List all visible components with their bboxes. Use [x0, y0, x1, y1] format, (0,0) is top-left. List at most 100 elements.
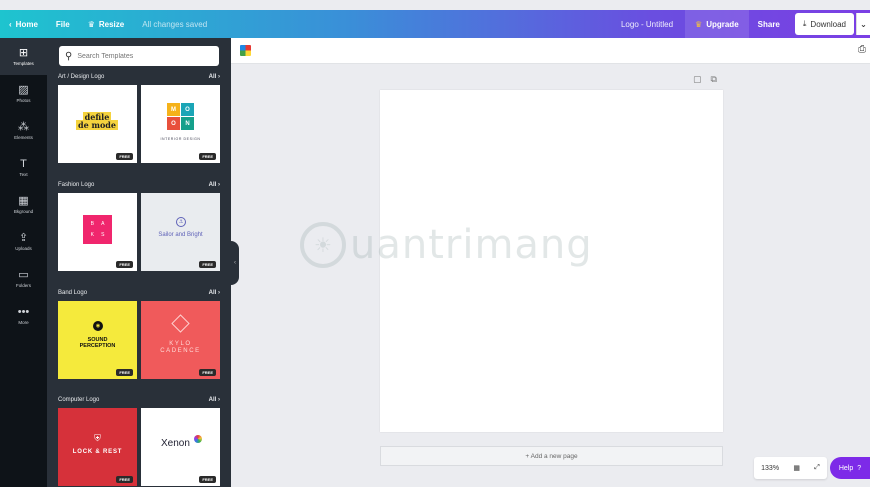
copy-page-icon[interactable]: ⧉	[711, 74, 717, 85]
canva-editor: ‹ Home File ♛ Resize All changes saved L…	[0, 0, 870, 487]
help-button[interactable]: Help ?	[830, 457, 870, 479]
card-text: Sailor and Bright	[158, 232, 203, 238]
card-text: Xenon	[161, 438, 190, 449]
baks-logo: B A K S	[83, 215, 112, 244]
fullscreen-icon[interactable]: ⤢	[814, 464, 820, 472]
free-badge: FREE	[199, 369, 216, 376]
watermark: ☀ uantrimang	[300, 222, 593, 268]
free-badge: FREE	[199, 476, 216, 483]
zoom-controls: 133% ▦ ⤢	[754, 457, 827, 479]
save-status: All changes saved	[142, 19, 208, 29]
rail-item-label: Folders	[15, 282, 31, 288]
card-text: de mode	[76, 120, 118, 130]
rail-item-label: Photos	[16, 97, 31, 103]
rail-item-more[interactable]: ••• More	[0, 297, 47, 334]
background-icon: ▦	[18, 194, 29, 207]
template-card-sailor[interactable]: ⚓ Sailor and Bright FREE	[141, 193, 220, 271]
see-all-link[interactable]: All ›	[209, 290, 220, 300]
lock-icon[interactable]: ⎙	[858, 44, 868, 56]
see-all-link[interactable]: All ›	[209, 397, 220, 407]
rail-item-elements[interactable]: ⁂ Elements	[0, 112, 47, 149]
rail-item-label: Text	[19, 171, 28, 177]
upload-icon: ⇪	[18, 231, 29, 244]
collapse-panel-button[interactable]: ‹	[231, 241, 239, 285]
resize-icon: ♛	[87, 19, 95, 29]
see-all-link[interactable]: All ›	[209, 74, 220, 84]
crown-icon: ♛	[695, 19, 703, 29]
free-badge: FREE	[116, 153, 133, 160]
section-title: Art / Design Logo	[58, 74, 105, 80]
section-title: Band Logo	[58, 290, 88, 296]
rail-item-templates[interactable]: ⊞ Templates	[0, 38, 47, 75]
download-button[interactable]: ⤓ Download	[794, 13, 854, 35]
section-title: Fashion Logo	[58, 182, 95, 188]
chevron-left-icon: ‹	[234, 260, 236, 266]
template-card-baks[interactable]: B A K S FREE	[58, 193, 137, 271]
free-badge: FREE	[199, 261, 216, 268]
search-input[interactable]	[77, 52, 208, 60]
card-text: CADENCE	[160, 348, 201, 354]
rail-item-label: Elements	[14, 134, 33, 140]
question-icon: ?	[857, 464, 862, 472]
zoom-level[interactable]: 133%	[761, 465, 779, 472]
template-card-xenon[interactable]: Xenon FREE	[141, 408, 220, 486]
free-badge: FREE	[116, 261, 133, 268]
download-options-button[interactable]: ⌄	[856, 13, 870, 35]
section-fashion: Fashion Logo All › B A K S FREE ⚓ Sailor	[58, 182, 220, 271]
grid-view-icon[interactable]: ▦	[793, 464, 800, 472]
card-text: PERCEPTION	[79, 343, 116, 349]
color-picker-icon[interactable]	[240, 45, 251, 56]
free-badge: FREE	[116, 369, 133, 376]
watermark-text: uantrimang	[350, 222, 593, 268]
home-button[interactable]: ‹ Home	[0, 10, 47, 38]
folder-icon: ▭	[18, 268, 29, 281]
section-art-design: Art / Design Logo All › defile de mode F…	[58, 74, 220, 163]
file-menu[interactable]: File	[47, 10, 79, 38]
template-icon: ⊞	[18, 46, 29, 59]
notes-icon[interactable]: ▢	[693, 74, 702, 85]
page-tools: ▢ ⧉	[693, 74, 717, 85]
section-computer: Computer Logo All › ⛨ LOCK & REST FREE X…	[58, 397, 220, 486]
card-subtitle: INTERIOR DESIGN	[160, 137, 201, 141]
chevron-down-icon: ⌄	[860, 19, 867, 29]
shield-icon: ⛨	[94, 433, 101, 443]
template-search[interactable]: ⚲	[59, 46, 219, 66]
rail-item-uploads[interactable]: ⇪ Uploads	[0, 223, 47, 260]
rail-item-text[interactable]: T Text	[0, 149, 47, 186]
free-badge: FREE	[199, 153, 216, 160]
photo-icon: ▨	[18, 83, 29, 96]
resize-button[interactable]: ♛ Resize	[79, 10, 134, 38]
anchor-icon: ⚓	[176, 217, 186, 227]
template-card-kylo[interactable]: KYLO CADENCE FREE	[141, 301, 220, 379]
template-card-sound[interactable]: ◉ SOUND PERCEPTION FREE	[58, 301, 137, 379]
search-icon: ⚲	[65, 50, 73, 62]
document-title[interactable]: Logo - Untitled	[612, 10, 685, 38]
template-card-lock[interactable]: ⛨ LOCK & REST FREE	[58, 408, 137, 486]
see-all-link[interactable]: All ›	[209, 182, 220, 192]
template-card-moon[interactable]: M O O N INTERIOR DESIGN FREE	[141, 85, 220, 163]
rail-item-label: More	[18, 319, 29, 325]
lightbulb-icon: ☀	[300, 222, 346, 268]
top-bar: ‹ Home File ♛ Resize All changes saved L…	[0, 10, 870, 38]
chevron-left-icon: ‹	[9, 19, 12, 29]
rail-item-folders[interactable]: ▭ Folders	[0, 260, 47, 297]
text-icon: T	[20, 157, 27, 170]
rail-item-label: Bkground	[13, 208, 34, 214]
section-title: Computer Logo	[58, 397, 100, 403]
card-text: KYLO	[169, 341, 192, 347]
templates-panel: ⚲ Art / Design Logo All › defile de mode…	[47, 38, 231, 487]
upgrade-button[interactable]: ♛ Upgrade	[685, 10, 749, 38]
editor-toolbar: ⎙	[231, 38, 870, 64]
rail-item-label: Templates	[13, 60, 34, 66]
more-icon: •••	[17, 305, 30, 318]
add-page-button[interactable]: + Add a new page	[380, 446, 723, 466]
download-icon: ⤓	[802, 19, 807, 28]
share-button[interactable]: Share	[749, 10, 789, 38]
free-badge: FREE	[116, 476, 133, 483]
template-card-defile[interactable]: defile de mode FREE	[58, 85, 137, 163]
speaker-icon: ◉	[93, 321, 103, 331]
color-wheel-icon	[194, 435, 202, 443]
rail-item-photos[interactable]: ▨ Photos	[0, 75, 47, 112]
section-band: Band Logo All › ◉ SOUND PERCEPTION FREE	[58, 290, 220, 379]
rail-item-bkground[interactable]: ▦ Bkground	[0, 186, 47, 223]
